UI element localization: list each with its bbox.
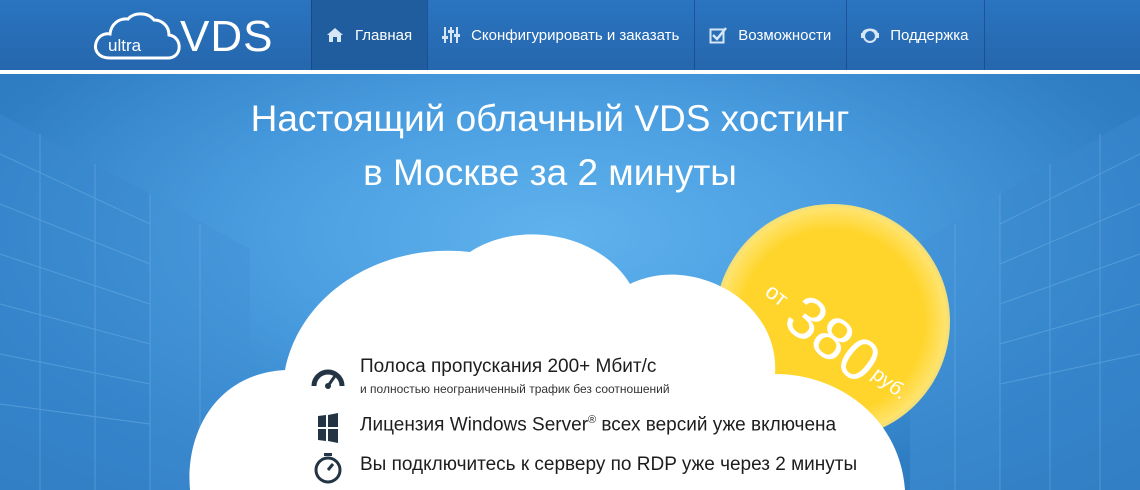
- feature-bandwidth-subtitle: и полностью неограниченный трафик без со…: [360, 382, 670, 396]
- logo[interactable]: ultra VDS: [92, 10, 272, 62]
- windows-icon: [318, 413, 338, 443]
- nav-item-home[interactable]: Главная: [311, 0, 428, 70]
- sliders-icon: [442, 27, 461, 43]
- checkbox-icon: [709, 27, 728, 44]
- nav-label-configure: Сконфигурировать и заказать: [471, 26, 680, 44]
- feature-windows-title: Лицензия Windows Server® всех версий уже…: [360, 414, 836, 436]
- main-nav: Главная Сконфигурировать и заказать Возм…: [311, 0, 985, 70]
- feature-windows-title-post: всех версий уже включена: [596, 414, 837, 436]
- nav-label-home: Главная: [355, 26, 413, 44]
- nav-label-features: Возможности: [738, 26, 832, 44]
- feature-windows-title-pre: Лицензия Windows Server: [360, 414, 589, 436]
- support-icon: [861, 28, 880, 43]
- nav-item-features[interactable]: Возможности: [694, 0, 846, 70]
- logo-vds-text: VDS: [180, 12, 274, 61]
- feature-bandwidth-title: Полоса пропускания 200+ Мбит/с: [360, 356, 657, 377]
- logo-ultra-text: ultra: [108, 36, 142, 55]
- nav-label-support: Поддержка: [890, 26, 969, 44]
- hero-banner: Настоящий облачный VDS хостинг в Москве …: [0, 74, 1140, 490]
- nav-item-support[interactable]: Поддержка: [846, 0, 985, 70]
- top-header: ultra VDS Главная Сконфигурировать и зак…: [0, 0, 1140, 70]
- nav-item-configure[interactable]: Сконфигурировать и заказать: [427, 0, 694, 70]
- stopwatch-icon: [314, 453, 342, 484]
- registered-mark: ®: [588, 414, 597, 426]
- feature-rdp-title: Вы подключитесь к серверу по RDP уже чер…: [360, 454, 858, 475]
- speedometer-icon: [311, 369, 345, 389]
- home-icon: [327, 28, 343, 42]
